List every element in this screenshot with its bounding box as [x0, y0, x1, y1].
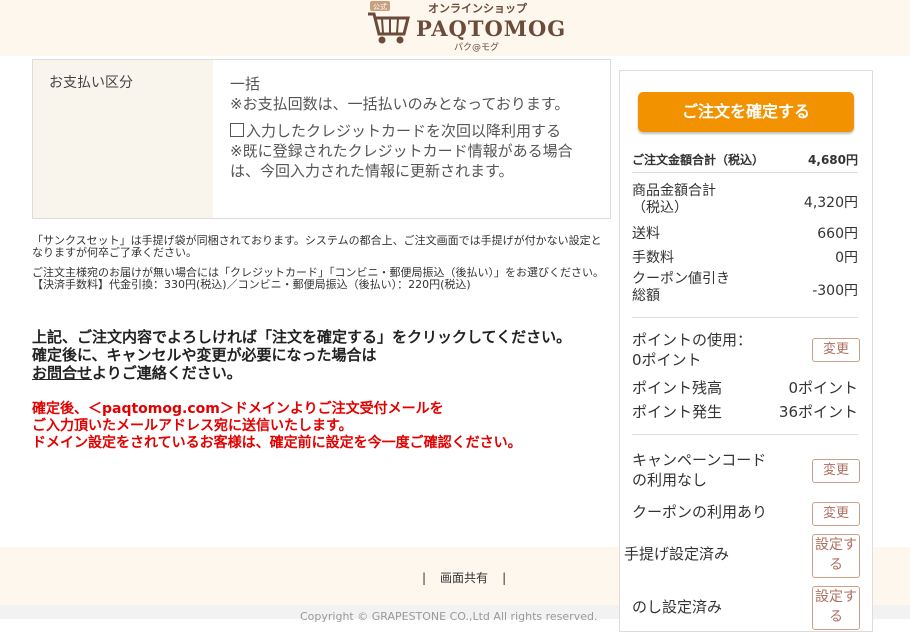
subtotal-label-1: 商品金額合計 [632, 183, 716, 199]
screen-share-link[interactable]: 画面共有 [440, 571, 488, 585]
shop-logo[interactable]: 公式 オンラインショップ PAQTOMOG パク@モグ [366, 0, 565, 53]
cart-icon: 公式 [368, 1, 410, 44]
warning-line-3: ドメイン設定をされているお客様は、確定前に設定を今一度ご確認ください。 [32, 435, 522, 451]
campaign-label-2: の利用なし [632, 471, 708, 489]
subtotal-label-2: （税込） [632, 200, 688, 216]
point-use-label: ポイントの使用： 0ポイント [632, 330, 752, 370]
confirm-line-2: 確定後に、キャンセルや変更が必要になった場合は [32, 346, 377, 364]
warning-line-1: 確定後、＜paqtomog.com＞ドメインよりご注文受付メールを [32, 401, 444, 417]
shipping-label: 送料 [632, 226, 660, 242]
summary-divider [632, 172, 858, 173]
footer-links: | 画面共有 | [408, 569, 520, 586]
confirm-instructions: 上記、ご注文内容でよろしければ「注文を確定する」をクリックしてください。 確定後… [32, 328, 622, 382]
payment-content: 一括 ※お支払回数は、一括払いのみとなっております。 入力したクレジットカードを… [230, 74, 590, 181]
order-summary-sidebar: ご注文を確定する ご注文金額合計（税込） 4,680円 商品金額合計 （税込） 4… [619, 70, 873, 632]
point-balance-value: 0ポイント [788, 379, 858, 397]
point-use-label-2: 0ポイント [632, 351, 702, 369]
cart-badge-text: 公式 [373, 2, 387, 11]
point-change-button[interactable]: 変更 [812, 338, 860, 362]
copyright: Copyright © GRAPESTONE CO.,Ltd All right… [300, 610, 598, 623]
point-use-label-1: ポイントの使用： [632, 331, 753, 349]
order-notes: 「サンクスセット」は手提げ袋が同梱されております。システムの都合上、ご注文画面で… [32, 235, 612, 299]
warning-line-2: ご入力頂いたメールアドレス宛に送信いたします。 [32, 418, 353, 434]
order-total-value: 4,680円 [808, 153, 858, 167]
subtotal-value: 4,320円 [803, 195, 858, 211]
confirm-order-button[interactable]: ご注文を確定する [638, 92, 854, 132]
confirm-line-3-text: よりご連絡ください。 [92, 364, 242, 382]
contact-link[interactable]: お問合せ [32, 364, 92, 382]
fee-label: 手数料 [632, 250, 674, 266]
coupon-use-label: クーポンの利用あり [632, 503, 768, 521]
coupon-discount-value: -300円 [812, 283, 858, 299]
coupon-discount-label: クーポン値引き 総額 [632, 271, 730, 305]
fee-value: 0円 [835, 250, 858, 266]
point-earned-label: ポイント発生 [632, 403, 723, 421]
note-fees: 【決済手数料】代金引換：330円(税込)／コンビニ・郵便局振込（後払い）：220… [32, 278, 471, 291]
noshi-setting-label: のし設定済み [632, 598, 723, 616]
confirm-line-1: 上記、ご注文内容でよろしければ「注文を確定する」をクリックしてください。 [32, 328, 572, 346]
coupon-discount-row: クーポン値引き 総額 -300円 [632, 271, 858, 311]
logo-tagline: オンラインショップ [428, 2, 527, 15]
subtotal-label: 商品金額合計 （税込） [632, 183, 716, 217]
domain-warning: 確定後、＜paqtomog.com＞ドメインよりご注文受付メールを ご入力頂いた… [32, 401, 632, 452]
coupon-discount-label-1: クーポン値引き [632, 271, 730, 287]
divider: | [422, 571, 427, 585]
subtotal-row: 商品金額合計 （税込） 4,320円 [632, 183, 858, 223]
point-earned-value: 36ポイント [778, 403, 858, 421]
note-thanks-set: 「サンクスセット」は手提げ袋が同梱されております。システムの都合上、ご注文画面で… [32, 234, 602, 259]
shipping-value: 660円 [817, 226, 858, 242]
logo-subtitle: パク@モグ [454, 43, 500, 53]
save-card-checkbox[interactable] [230, 123, 244, 137]
noshi-setting-button[interactable]: 設定する [812, 586, 860, 630]
payment-section: お支払い区分 一括 ※お支払回数は、一括払いのみとなっております。 入力したクレ… [32, 59, 611, 219]
save-card-note: ※既に登録されたクレジットカード情報がある場合は、今回入力された情報に更新されま… [230, 142, 573, 180]
payment-label: お支払い区分 [49, 75, 133, 91]
coupon-change-button[interactable]: 変更 [812, 502, 860, 526]
point-balance-label: ポイント残高 [632, 379, 723, 397]
site-header: 公式 オンラインショップ PAQTOMOG パク@モグ [0, 0, 910, 56]
summary-divider [632, 434, 858, 435]
campaign-code-label: キャンペーンコード の利用なし [632, 450, 766, 490]
order-total-label: ご注文金額合計（税込） [632, 153, 765, 167]
summary-divider [632, 317, 858, 318]
confirm-line-3: お問合せよりご連絡ください。 [32, 364, 622, 382]
payment-method: 一括 [230, 75, 261, 93]
campaign-change-button[interactable]: 変更 [812, 459, 860, 483]
campaign-label-1: キャンペーンコード [632, 451, 767, 469]
bag-setting-button[interactable]: 設定する [812, 534, 860, 578]
bag-setting-label: 手提げ設定済み [624, 545, 730, 563]
payment-note: ※お支払回数は、一括払いのみとなっております。 [230, 95, 570, 113]
save-card-label: 入力したクレジットカードを次回以降利用する [246, 122, 562, 140]
divider: | [502, 571, 507, 585]
coupon-discount-label-2: 総額 [632, 288, 660, 304]
save-card-option[interactable]: 入力したクレジットカードを次回以降利用する [230, 121, 590, 141]
payment-label-cell: お支払い区分 [33, 60, 213, 218]
logo-wordmark: PAQTOMOG [416, 16, 567, 41]
